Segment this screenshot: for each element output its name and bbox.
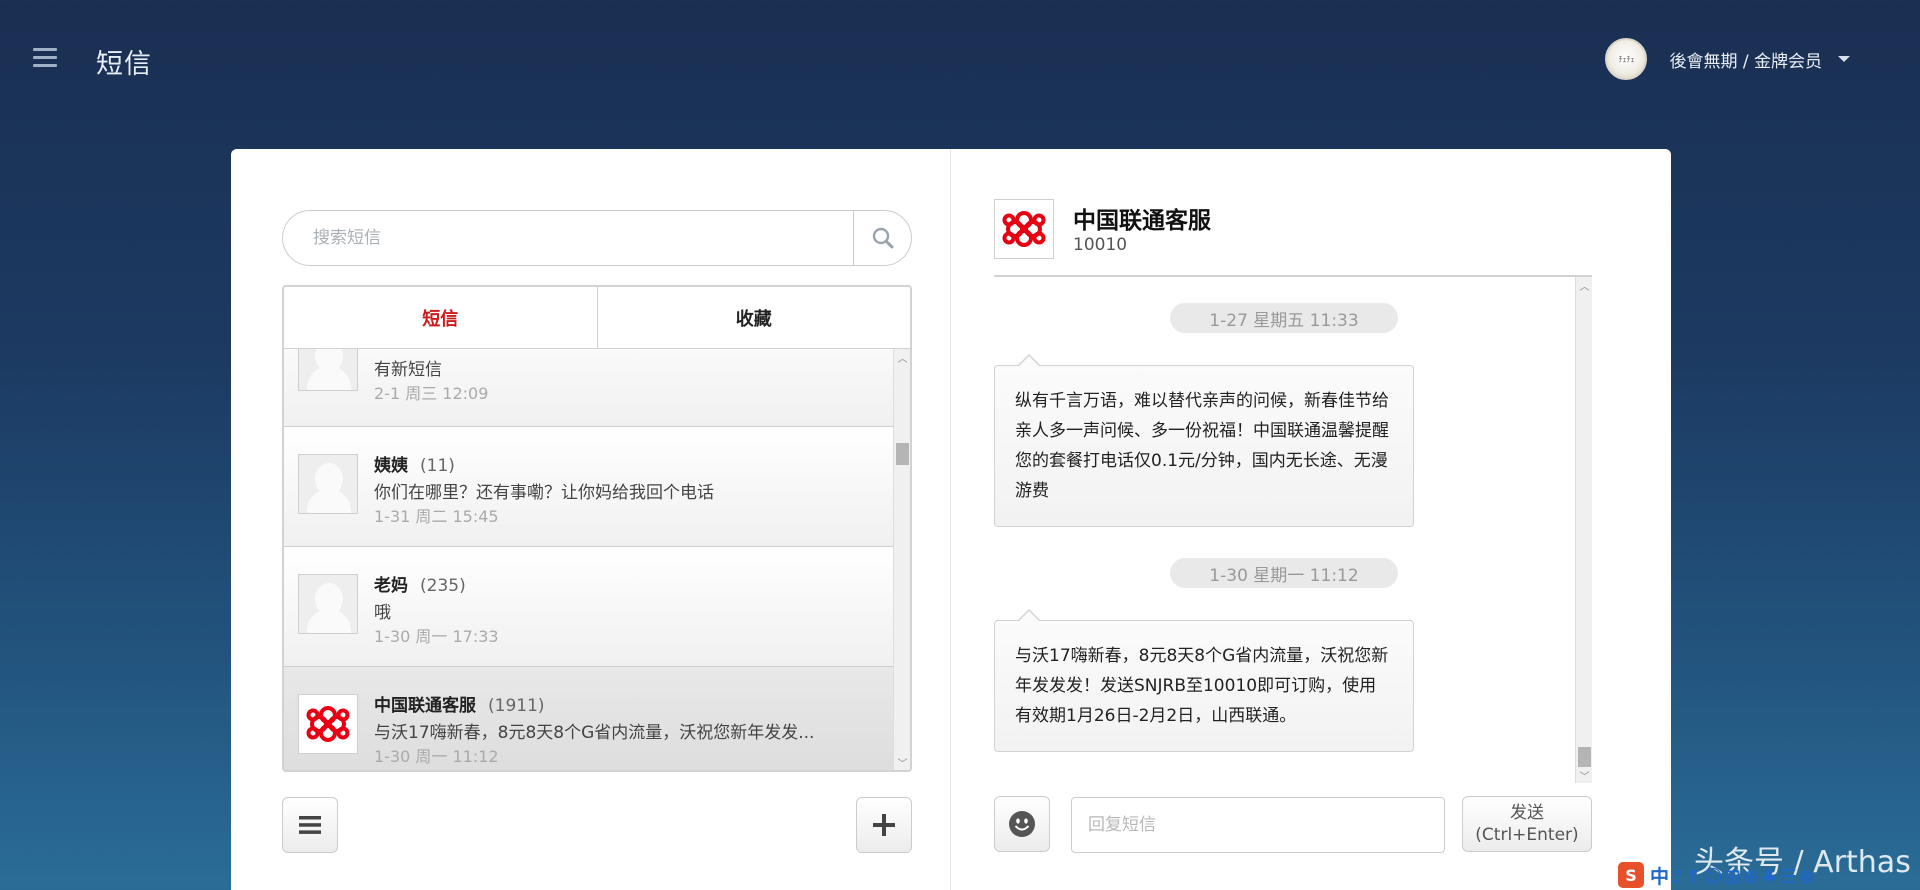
scroll-thumb[interactable] <box>1578 747 1591 767</box>
list-scrollbar[interactable]: ︿ ﹀ <box>893 349 910 770</box>
scroll-thumb[interactable] <box>896 443 909 465</box>
tray-icons[interactable]: 中♪↑☺⊞⊕♣☰⊗ <box>1650 862 1817 889</box>
tab-bar: 短信 收藏 <box>284 287 910 349</box>
item-name: 老妈 (235) <box>374 571 466 596</box>
scroll-down-icon[interactable]: ﹀ <box>1576 767 1592 783</box>
item-time: 1-30 周一 11:12 <box>374 747 499 766</box>
unicom-logo-icon <box>994 199 1054 259</box>
sms-card: 短信 收藏 有新短信 2-1 周三 12:09 姨姨 (11) 你们在哪里？还有事… <box>231 149 1671 890</box>
tab-favorites[interactable]: 收藏 <box>596 287 911 348</box>
item-message: 你们在哪里？还有事嘞？让你妈给我回个电话 <box>374 483 714 503</box>
user-menu[interactable]: ﾁｪﾁｪ 後會無期 / 金牌会员 <box>1605 38 1850 80</box>
new-message-button[interactable] <box>856 797 912 853</box>
smiley-icon <box>1009 811 1035 837</box>
message-bubble: 与沃17嗨新春，8元8天8个G省内流量，沃祝您新年发发发！发送SNJRB至100… <box>994 609 1414 752</box>
reply-input[interactable] <box>1071 797 1445 853</box>
scroll-down-icon[interactable]: ﹀ <box>894 754 910 770</box>
send-shortcut: (Ctrl+Enter) <box>1475 825 1579 845</box>
contact-name: 老妈 <box>374 576 408 596</box>
ghost-avatar-icon <box>298 349 358 391</box>
avatar[interactable]: ﾁｪﾁｪ <box>1605 38 1648 80</box>
avatar-text: ﾁｪﾁｪ <box>1618 54 1635 64</box>
send-label: 发送 <box>1510 803 1544 823</box>
user-name[interactable]: 後會無期 / 金牌会员 <box>1669 47 1822 72</box>
thread-scrollbar[interactable]: ︿ ﹀ <box>1575 277 1592 783</box>
item-name: 姨姨 (11) <box>374 451 455 476</box>
unicom-knot-icon <box>1002 211 1046 247</box>
item-time: 1-30 周一 17:33 <box>374 627 499 646</box>
search-button[interactable] <box>853 211 911 265</box>
contact-name: 中国联通客服 <box>1073 208 1211 234</box>
contact-name: 姨姨 <box>374 456 408 476</box>
top-bar: 短信 ﾁｪﾁｪ 後會無期 / 金牌会员 <box>0 0 1920 120</box>
send-button[interactable]: 发送 (Ctrl+Enter) <box>1462 796 1592 852</box>
list-item[interactable]: 中国联通客服 (1911) 与沃17嗨新春，8元8天8个G省内流量，沃祝您新年发发… <box>284 667 895 770</box>
item-time: 2-1 周三 12:09 <box>374 384 489 403</box>
emoji-button[interactable] <box>994 796 1050 852</box>
message-count: (235) <box>420 576 466 596</box>
contact-name: 中国联通客服 <box>374 696 476 716</box>
message-count: (1911) <box>488 696 545 716</box>
scroll-up-icon[interactable]: ︿ <box>894 349 910 365</box>
system-tray: S 中♪↑☺⊞⊕♣☰⊗ <box>1612 860 1920 890</box>
conversation-list-pane: 短信 收藏 有新短信 2-1 周三 12:09 姨姨 (11) 你们在哪里？还有事… <box>231 149 951 890</box>
contact-number: 10010 <box>1073 235 1128 255</box>
search-icon <box>872 227 893 249</box>
page-title: 短信 <box>96 49 152 80</box>
ghost-avatar-icon <box>298 454 358 514</box>
search-input[interactable] <box>283 211 853 265</box>
scroll-up-icon[interactable]: ︿ <box>1576 277 1592 293</box>
item-message: 与沃17嗨新春，8元8天8个G省内流量，沃祝您新年发发... <box>374 723 815 743</box>
message-bubble: 纵有千言万语，难以替代亲声的问候，新春佳节给亲人多一声问候、多一份祝福！中国联通… <box>994 354 1414 527</box>
item-message: 有新短信 <box>374 360 442 380</box>
conversation-list: 有新短信 2-1 周三 12:09 姨姨 (11) 你们在哪里？还有事嘞？让你妈给… <box>284 349 895 770</box>
unicom-logo-icon <box>298 694 358 754</box>
list-item[interactable]: 老妈 (235) 哦 1-30 周一 17:33 <box>284 547 895 667</box>
ghost-avatar-icon <box>298 574 358 634</box>
date-separator: 1-27 星期五 11:33 <box>1170 303 1398 333</box>
list-item[interactable]: 姨姨 (11) 你们在哪里？还有事嘞？让你妈给我回个电话 1-31 周二 15:4… <box>284 427 895 547</box>
plus-icon <box>873 814 895 836</box>
conversation-panel: 短信 收藏 有新短信 2-1 周三 12:09 姨姨 (11) 你们在哪里？还有事… <box>282 285 912 772</box>
search-bar <box>282 210 912 266</box>
conversation-detail-pane: 中国联通客服 10010 1-27 星期五 11:33 纵有千言万语，难以替代亲… <box>951 149 1671 890</box>
list-icon <box>299 816 321 834</box>
item-time: 1-31 周二 15:45 <box>374 507 499 526</box>
message-count: (11) <box>420 456 455 476</box>
unicom-knot-icon <box>306 706 350 742</box>
date-separator: 1-30 星期一 11:12 <box>1170 558 1398 588</box>
tab-sms[interactable]: 短信 <box>284 287 597 348</box>
chevron-down-icon[interactable] <box>1838 56 1850 62</box>
item-name: 中国联通客服 (1911) <box>374 691 545 716</box>
sogou-icon[interactable]: S <box>1618 862 1644 888</box>
list-item[interactable]: 有新短信 2-1 周三 12:09 <box>284 349 895 427</box>
item-message: 哦 <box>374 603 391 623</box>
menu-list-button[interactable] <box>282 797 338 853</box>
message-thread: 1-27 星期五 11:33 纵有千言万语，难以替代亲声的问候，新春佳节给亲人多… <box>994 275 1592 783</box>
menu-icon[interactable] <box>33 48 57 68</box>
